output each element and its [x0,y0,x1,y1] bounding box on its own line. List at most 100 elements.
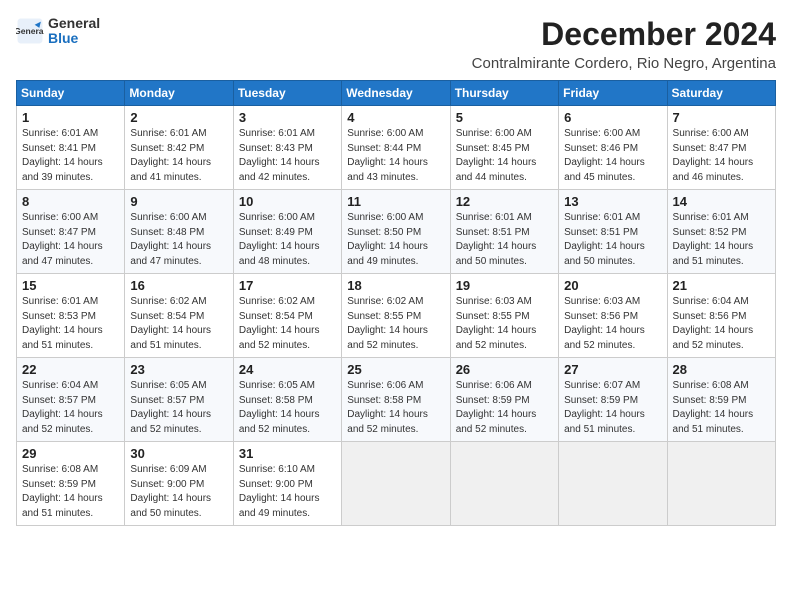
calendar-day-cell: 17 Sunrise: 6:02 AM Sunset: 8:54 PM Dayl… [233,274,341,358]
day-info: Sunrise: 6:03 AM Sunset: 8:55 PM Dayligh… [456,295,553,353]
day-info: Sunrise: 6:00 AM Sunset: 8:50 PM Dayligh… [347,211,444,269]
sunset: Sunset: 8:57 PM [130,395,204,406]
daylight: Daylight: 14 hours and 49 minutes. [347,241,428,267]
sunset: Sunset: 8:41 PM [22,143,96,154]
sunset: Sunset: 9:00 PM [130,479,204,490]
daylight: Daylight: 14 hours and 52 minutes. [130,409,211,435]
sunrise: Sunrise: 6:06 AM [456,380,532,391]
daylight: Daylight: 14 hours and 49 minutes. [239,493,320,519]
daylight: Daylight: 14 hours and 45 minutes. [564,157,645,183]
daylight: Daylight: 14 hours and 51 minutes. [130,325,211,351]
calendar-day-cell: 25 Sunrise: 6:06 AM Sunset: 8:58 PM Dayl… [342,358,450,442]
calendar-header-row: SundayMondayTuesdayWednesdayThursdayFrid… [17,81,776,106]
calendar-day-cell: 9 Sunrise: 6:00 AM Sunset: 8:48 PM Dayli… [125,190,233,274]
day-number: 7 [673,110,770,125]
sunrise: Sunrise: 6:06 AM [347,380,423,391]
day-info: Sunrise: 6:00 AM Sunset: 8:48 PM Dayligh… [130,211,227,269]
sunrise: Sunrise: 6:03 AM [456,296,532,307]
daylight: Daylight: 14 hours and 46 minutes. [673,157,754,183]
sunrise: Sunrise: 6:03 AM [564,296,640,307]
day-number: 13 [564,194,661,209]
day-info: Sunrise: 6:08 AM Sunset: 8:59 PM Dayligh… [673,379,770,437]
day-number: 28 [673,362,770,377]
sunset: Sunset: 8:59 PM [564,395,638,406]
day-number: 24 [239,362,336,377]
daylight: Daylight: 14 hours and 51 minutes. [22,325,103,351]
day-info: Sunrise: 6:01 AM Sunset: 8:41 PM Dayligh… [22,127,119,185]
logo-blue: Blue [48,31,100,46]
day-info: Sunrise: 6:00 AM Sunset: 8:49 PM Dayligh… [239,211,336,269]
sunset: Sunset: 8:51 PM [456,227,530,238]
day-info: Sunrise: 6:08 AM Sunset: 8:59 PM Dayligh… [22,463,119,521]
daylight: Daylight: 14 hours and 52 minutes. [347,325,428,351]
sunset: Sunset: 8:51 PM [564,227,638,238]
calendar-day-cell: 14 Sunrise: 6:01 AM Sunset: 8:52 PM Dayl… [667,190,775,274]
sunset: Sunset: 8:42 PM [130,143,204,154]
day-info: Sunrise: 6:01 AM Sunset: 8:53 PM Dayligh… [22,295,119,353]
day-number: 19 [456,278,553,293]
daylight: Daylight: 14 hours and 52 minutes. [456,325,537,351]
sunrise: Sunrise: 6:01 AM [22,128,98,139]
day-of-week-header: Thursday [450,81,558,106]
day-number: 4 [347,110,444,125]
day-number: 3 [239,110,336,125]
sunset: Sunset: 8:55 PM [347,311,421,322]
calendar-day-cell: 20 Sunrise: 6:03 AM Sunset: 8:56 PM Dayl… [559,274,667,358]
day-info: Sunrise: 6:07 AM Sunset: 8:59 PM Dayligh… [564,379,661,437]
sunrise: Sunrise: 6:04 AM [673,296,749,307]
logo-general: General [48,16,100,31]
calendar-day-cell: 29 Sunrise: 6:08 AM Sunset: 8:59 PM Dayl… [17,442,125,526]
sunrise: Sunrise: 6:00 AM [347,212,423,223]
calendar-day-cell: 24 Sunrise: 6:05 AM Sunset: 8:58 PM Dayl… [233,358,341,442]
sunset: Sunset: 8:46 PM [564,143,638,154]
day-number: 17 [239,278,336,293]
day-info: Sunrise: 6:01 AM Sunset: 8:42 PM Dayligh… [130,127,227,185]
day-info: Sunrise: 6:04 AM Sunset: 8:57 PM Dayligh… [22,379,119,437]
day-of-week-header: Sunday [17,81,125,106]
day-number: 2 [130,110,227,125]
calendar-day-cell: 18 Sunrise: 6:02 AM Sunset: 8:55 PM Dayl… [342,274,450,358]
sunset: Sunset: 8:44 PM [347,143,421,154]
day-info: Sunrise: 6:02 AM Sunset: 8:55 PM Dayligh… [347,295,444,353]
calendar-day-cell: 15 Sunrise: 6:01 AM Sunset: 8:53 PM Dayl… [17,274,125,358]
sunset: Sunset: 8:47 PM [673,143,747,154]
sunset: Sunset: 8:54 PM [239,311,313,322]
calendar-day-cell [667,442,775,526]
daylight: Daylight: 14 hours and 51 minutes. [673,241,754,267]
daylight: Daylight: 14 hours and 52 minutes. [673,325,754,351]
day-number: 26 [456,362,553,377]
sunrise: Sunrise: 6:00 AM [347,128,423,139]
day-info: Sunrise: 6:01 AM Sunset: 8:52 PM Dayligh… [673,211,770,269]
day-number: 25 [347,362,444,377]
calendar-day-cell: 26 Sunrise: 6:06 AM Sunset: 8:59 PM Dayl… [450,358,558,442]
day-info: Sunrise: 6:01 AM Sunset: 8:51 PM Dayligh… [564,211,661,269]
daylight: Daylight: 14 hours and 52 minutes. [22,409,103,435]
sunset: Sunset: 8:45 PM [456,143,530,154]
calendar-day-cell: 10 Sunrise: 6:00 AM Sunset: 8:49 PM Dayl… [233,190,341,274]
calendar-day-cell: 27 Sunrise: 6:07 AM Sunset: 8:59 PM Dayl… [559,358,667,442]
sunset: Sunset: 8:52 PM [673,227,747,238]
calendar-week-row: 8 Sunrise: 6:00 AM Sunset: 8:47 PM Dayli… [17,190,776,274]
daylight: Daylight: 14 hours and 52 minutes. [347,409,428,435]
logo-icon: General [16,17,44,45]
day-of-week-header: Saturday [667,81,775,106]
day-of-week-header: Monday [125,81,233,106]
day-number: 23 [130,362,227,377]
day-info: Sunrise: 6:05 AM Sunset: 8:57 PM Dayligh… [130,379,227,437]
day-number: 5 [456,110,553,125]
calendar-day-cell [342,442,450,526]
daylight: Daylight: 14 hours and 50 minutes. [130,493,211,519]
sunset: Sunset: 9:00 PM [239,479,313,490]
sunrise: Sunrise: 6:09 AM [130,464,206,475]
day-number: 27 [564,362,661,377]
daylight: Daylight: 14 hours and 39 minutes. [22,157,103,183]
sunrise: Sunrise: 6:01 AM [239,128,315,139]
calendar-day-cell: 22 Sunrise: 6:04 AM Sunset: 8:57 PM Dayl… [17,358,125,442]
day-number: 16 [130,278,227,293]
calendar-day-cell: 3 Sunrise: 6:01 AM Sunset: 8:43 PM Dayli… [233,106,341,190]
sunset: Sunset: 8:48 PM [130,227,204,238]
day-info: Sunrise: 6:00 AM Sunset: 8:45 PM Dayligh… [456,127,553,185]
day-number: 15 [22,278,119,293]
calendar-week-row: 15 Sunrise: 6:01 AM Sunset: 8:53 PM Dayl… [17,274,776,358]
daylight: Daylight: 14 hours and 52 minutes. [239,409,320,435]
